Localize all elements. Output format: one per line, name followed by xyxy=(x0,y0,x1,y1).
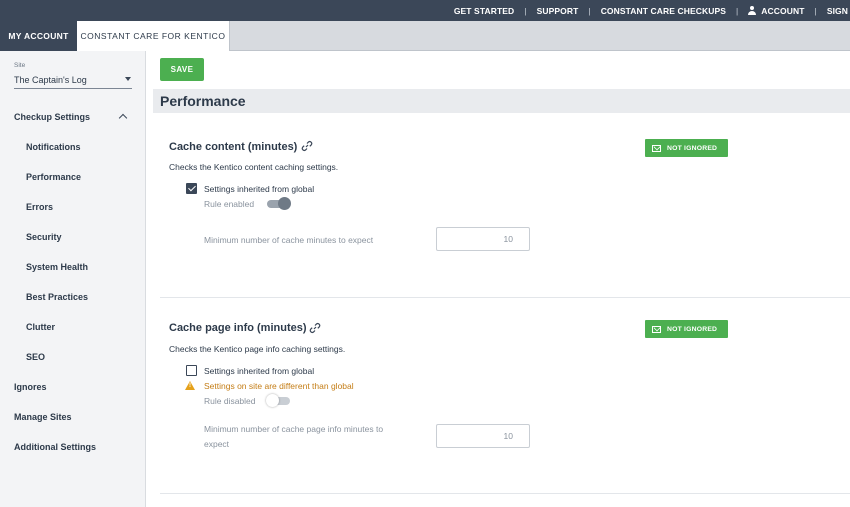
separator: | xyxy=(588,5,591,16)
warning-icon xyxy=(185,381,195,390)
status-badge: NOT IGNORED xyxy=(645,139,728,157)
toggle-knob xyxy=(266,394,279,407)
sidebar-item-notifications[interactable]: Notifications xyxy=(26,142,81,152)
sign-link[interactable]: SIGN xyxy=(827,6,848,16)
top-links: GET STARTED | SUPPORT | CONSTANT CARE CH… xyxy=(454,0,850,21)
rule-description: Checks the Kentico content caching setti… xyxy=(169,162,339,172)
sidebar-item-checkup-settings[interactable]: Checkup Settings xyxy=(14,112,90,122)
separator: | xyxy=(524,5,527,16)
rule-state-label: Rule disabled xyxy=(204,396,256,406)
param-label-continued: expect xyxy=(204,439,230,449)
caret-down-icon xyxy=(125,77,131,81)
sidebar-item-clutter[interactable]: Clutter xyxy=(26,322,55,332)
rule-title: Cache content (minutes) xyxy=(169,141,298,153)
separator: | xyxy=(814,5,817,16)
sidebar-item-additional-settings[interactable]: Additional Settings xyxy=(14,442,96,452)
sidebar-item-seo[interactable]: SEO xyxy=(26,352,45,362)
constant-care-checkups-link[interactable]: CONSTANT CARE CHECKUPS xyxy=(601,6,726,16)
get-started-link[interactable]: GET STARTED xyxy=(454,6,514,16)
status-badge: NOT IGNORED xyxy=(645,320,728,338)
badge-label: NOT IGNORED xyxy=(667,144,718,152)
user-icon xyxy=(748,6,757,15)
rule-toggle[interactable] xyxy=(266,394,290,407)
inherited-label: Settings inherited from global xyxy=(204,366,315,376)
support-link[interactable]: SUPPORT xyxy=(537,6,579,16)
param-label: Minimum number of cache minutes to expec… xyxy=(204,235,374,245)
top-navigation-bar: GET STARTED | SUPPORT | CONSTANT CARE CH… xyxy=(0,0,850,21)
cache-minutes-input[interactable] xyxy=(436,227,530,251)
sidebar-item-security[interactable]: Security xyxy=(26,232,62,242)
divider xyxy=(160,493,850,494)
sidebar-item-best-practices[interactable]: Best Practices xyxy=(26,292,88,302)
rule-description: Checks the Kentico page info caching set… xyxy=(169,344,346,354)
site-label: Site xyxy=(14,62,26,69)
tab-my-account[interactable]: MY ACCOUNT xyxy=(0,21,77,51)
sidebar: Site The Captain's Log Checkup Settings … xyxy=(0,51,146,507)
link-icon[interactable] xyxy=(301,140,313,152)
separator: | xyxy=(735,5,739,16)
sidebar-item-errors[interactable]: Errors xyxy=(26,202,53,212)
account-label: ACCOUNT xyxy=(761,5,805,16)
sidebar-item-manage-sites[interactable]: Manage Sites xyxy=(14,412,72,422)
save-button[interactable]: SAVE xyxy=(160,58,204,81)
tab-constant-care[interactable]: CONSTANT CARE FOR KENTICO xyxy=(77,21,230,51)
rule-state-label: Rule enabled xyxy=(204,199,255,209)
tab-bar: MY ACCOUNT CONSTANT CARE FOR KENTICO xyxy=(0,21,850,51)
rule-toggle[interactable] xyxy=(267,197,291,210)
envelope-icon xyxy=(652,325,661,333)
badge-label: NOT IGNORED xyxy=(667,325,718,333)
inherited-checkbox[interactable] xyxy=(186,183,197,194)
site-select-value: The Captain's Log xyxy=(14,74,87,85)
sidebar-item-system-health[interactable]: System Health xyxy=(26,262,88,272)
inherited-checkbox[interactable] xyxy=(186,365,197,376)
rule-title: Cache page info (minutes) xyxy=(169,322,307,334)
sidebar-item-ignores[interactable]: Ignores xyxy=(14,382,47,392)
sidebar-item-performance[interactable]: Performance xyxy=(26,172,81,182)
envelope-icon xyxy=(652,144,661,152)
chevron-up-icon[interactable] xyxy=(118,113,128,123)
cache-page-info-input[interactable] xyxy=(436,424,530,448)
link-icon[interactable] xyxy=(309,322,321,334)
warning-text: Settings on site are different than glob… xyxy=(204,381,354,391)
account-link[interactable]: ACCOUNT xyxy=(748,6,804,16)
section-header: Performance xyxy=(153,89,850,113)
inherited-label: Settings inherited from global xyxy=(204,184,315,194)
toggle-knob xyxy=(278,197,291,210)
site-select[interactable]: The Captain's Log xyxy=(14,71,132,89)
page-title: Performance xyxy=(160,93,246,109)
divider xyxy=(160,297,850,298)
param-label: Minimum number of cache page info minute… xyxy=(204,424,384,434)
